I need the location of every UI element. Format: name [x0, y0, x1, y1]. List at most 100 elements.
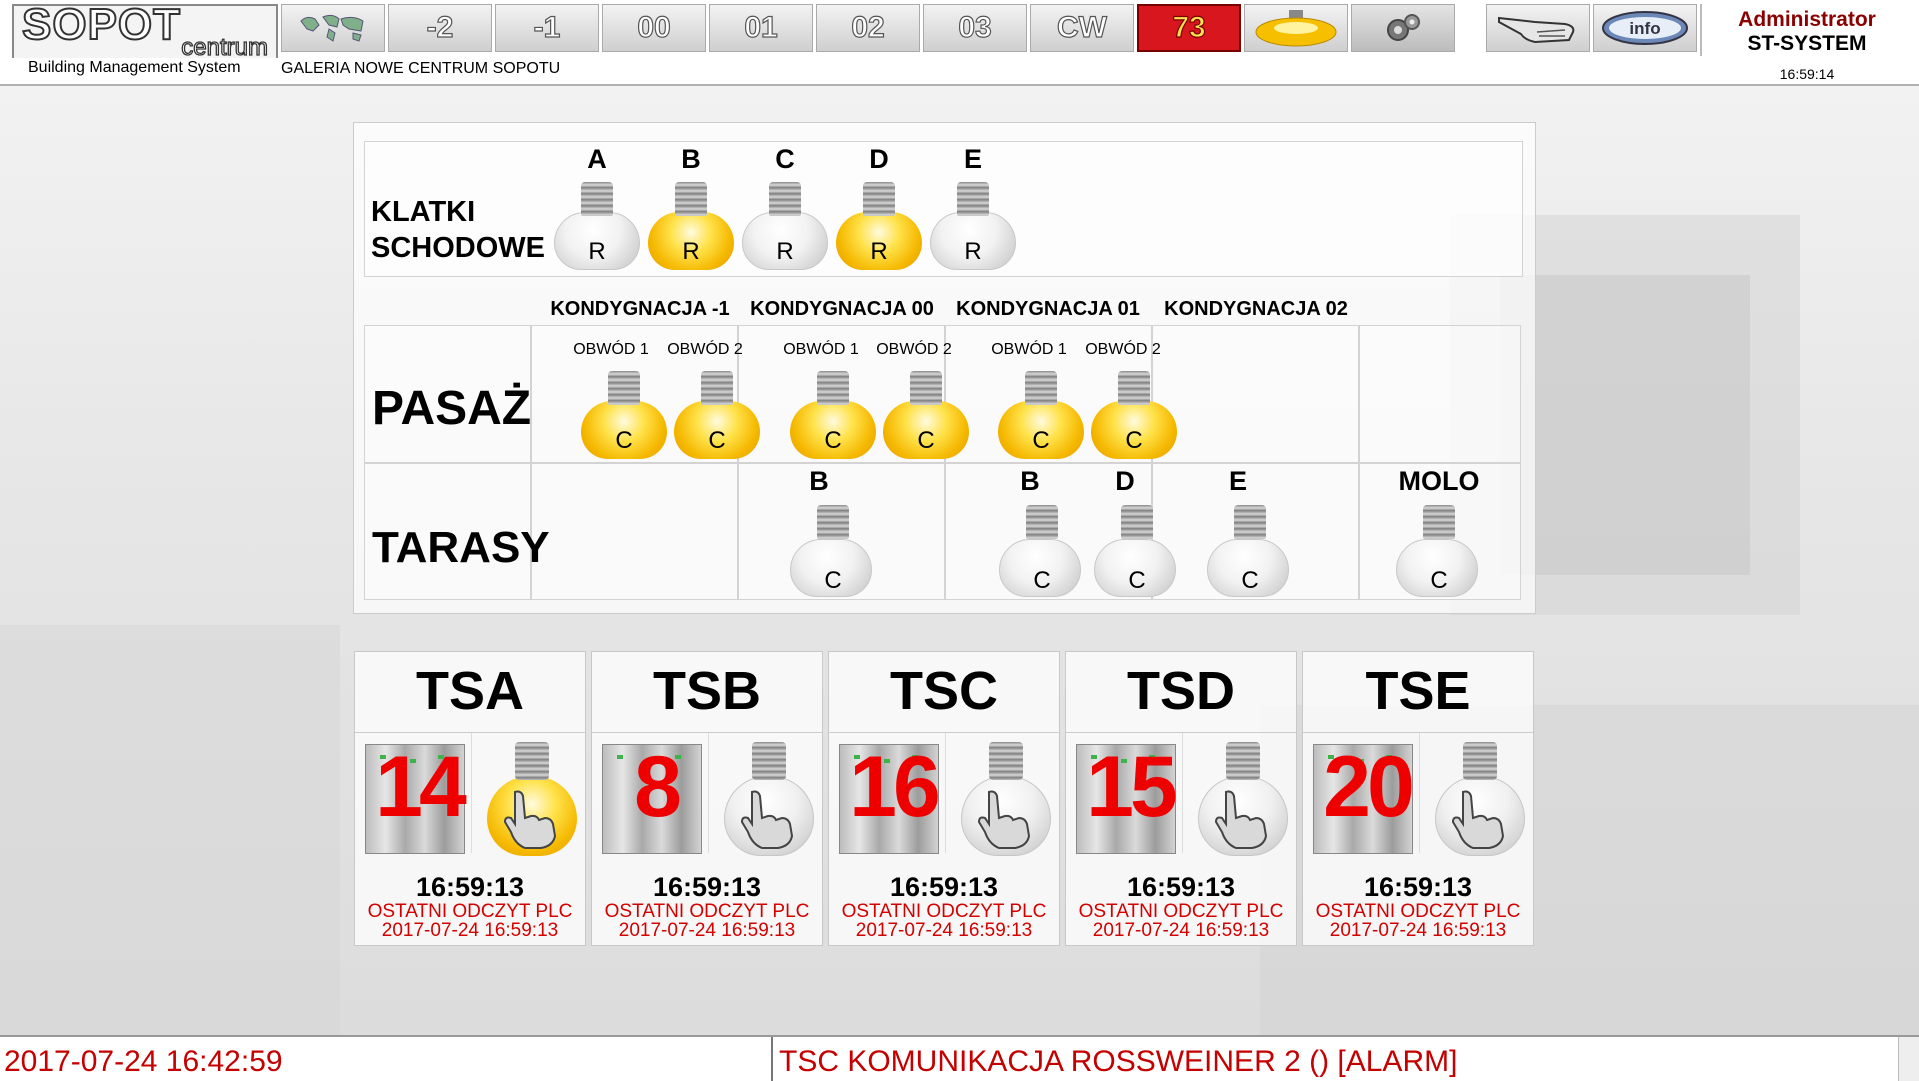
divider [1303, 732, 1533, 733]
header-bar: SOPOT centrum Building Management System… [0, 0, 1919, 86]
info-button[interactable]: info [1593, 4, 1697, 52]
system-name: ST-SYSTEM [1747, 32, 1867, 55]
controller-name: TSC [890, 661, 998, 721]
controller-tsd[interactable]: TSD 15 16:59:13 OSTATNI ODCZYT PLC 2017-… [1065, 651, 1297, 946]
pasaz-bulb-m1-2[interactable]: C [670, 371, 764, 459]
floor-label: -1 [533, 10, 561, 44]
controller-time: 16:59:13 [1363, 872, 1473, 902]
cw-button[interactable]: CW [1030, 4, 1134, 52]
controller-time: 16:59:13 [652, 872, 762, 902]
manual-control-button[interactable] [1486, 4, 1590, 52]
pasaz-bulb-00-2[interactable]: C [879, 371, 973, 459]
terrace-bulb-01-b[interactable]: C [995, 505, 1085, 597]
floor-label: 03 [958, 10, 993, 44]
bulb-mode: C [1125, 427, 1143, 454]
clock: 16:59:14 [1779, 66, 1835, 82]
manual-light-toggle[interactable] [479, 742, 583, 857]
hand-pointer-icon [1451, 790, 1505, 849]
staircase-bulb-b[interactable]: R [644, 182, 738, 270]
controller-tsc[interactable]: TSC 16 16:59:13 OSTATNI ODCZYT PLC 2017-… [828, 651, 1060, 946]
hand-pointer-icon [740, 790, 794, 849]
cw-label: CW [1056, 10, 1107, 44]
pasaz-cell-02 [1152, 325, 1359, 463]
controller-count: 14 [375, 739, 467, 835]
manual-light-toggle[interactable] [1427, 742, 1531, 857]
controller-tsa[interactable]: TSA 14 16:59:13 OSTATNI ODCZYT PLC 2017-… [354, 651, 586, 946]
controller-tse[interactable]: TSE 20 16:59:13 OSTATNI ODCZYT PLC 2017-… [1302, 651, 1534, 946]
manual-light-toggle[interactable] [1190, 742, 1294, 857]
hand-pointer-icon [503, 790, 557, 849]
system-subtitle: Building Management System [28, 59, 241, 76]
floor-label: -2 [426, 10, 454, 44]
map-button[interactable] [281, 4, 385, 52]
floor-button--1[interactable]: -1 [495, 4, 599, 52]
last-read-date: 2017-07-24 16:59:13 [855, 920, 1033, 941]
lighting-panel: KLATKI SCHODOWE A B C D E R R R R R KOND… [353, 122, 1536, 614]
terrace-bulb-molo[interactable]: C [1392, 505, 1482, 597]
terrace-bulb-02-e[interactable]: C [1203, 505, 1293, 597]
divider [1182, 733, 1183, 853]
controller-name: TSA [416, 661, 524, 721]
gears-icon [1387, 14, 1420, 41]
terrace-bulb-00-b[interactable]: C [786, 505, 876, 597]
alarm-button[interactable]: 73 [1137, 4, 1241, 52]
floor-button--2[interactable]: -2 [388, 4, 492, 52]
terrace-bulb-01-d[interactable]: C [1090, 505, 1180, 597]
svg-text:info: info [1629, 19, 1660, 38]
nav-toolbar: -2 -1 00 01 02 03 CW 73 info [281, 4, 1700, 54]
staircase-bulb-e[interactable]: R [926, 182, 1020, 270]
controller-time: 16:59:13 [1126, 872, 1236, 902]
manual-light-toggle[interactable] [953, 742, 1057, 857]
pasaz-label: PASAŻ [372, 382, 532, 435]
lamp-icon [1255, 10, 1337, 47]
floor-button-00[interactable]: 00 [602, 4, 706, 52]
alarm-message[interactable]: TSC KOMUNIKACJA ROSSWEINER 2 () [ALARM] [779, 1045, 1457, 1079]
bulb-mode: C [1430, 567, 1448, 594]
bulb-mode: C [1033, 567, 1051, 594]
level-header-01: KONDYGNACJA 01 [956, 298, 1140, 320]
bulb-mode: R [870, 238, 888, 265]
terrace-name-b: B [809, 466, 829, 496]
pasaz-bulb-01-1[interactable]: C [994, 371, 1088, 459]
bulb-mode: C [917, 427, 935, 454]
divider [471, 733, 472, 853]
settings-button[interactable] [1351, 4, 1455, 52]
pointing-hand-icon [1498, 16, 1575, 44]
staircase-name-d: D [869, 144, 889, 174]
sopot-logo[interactable]: SOPOT centrum [12, 0, 278, 62]
user-name: Administrator [1738, 8, 1876, 31]
staircase-label-line2: SCHODOWE [371, 232, 545, 264]
last-read-date: 2017-07-24 16:59:13 [381, 920, 559, 941]
footer-scrollbar[interactable] [1898, 1037, 1919, 1081]
floor-button-02[interactable]: 02 [816, 4, 920, 52]
bulb-mode: C [1128, 567, 1146, 594]
divider [708, 733, 709, 853]
staircase-bulb-a[interactable]: R [550, 182, 644, 270]
controller-count: 20 [1323, 739, 1415, 835]
hand-pointer-icon [1214, 790, 1268, 849]
staircase-name-c: C [775, 144, 795, 174]
terrace-name-b: B [1020, 466, 1040, 496]
staircase-bulb-c[interactable]: R [738, 182, 832, 270]
controller-name: TSE [1365, 661, 1471, 721]
staircase-bulb-d[interactable]: R [832, 182, 926, 270]
divider [355, 732, 585, 733]
staircase-label-line1: KLATKI [371, 196, 476, 228]
circuit-label: OBWÓD 2 [667, 341, 743, 358]
bulb-mode: C [708, 427, 726, 454]
controller-tsb[interactable]: TSB 8 16:59:13 OSTATNI ODCZYT PLC 2017-0… [591, 651, 823, 946]
alarm-status-bar: 2017-07-24 16:42:59 TSC KOMUNIKACJA ROSS… [0, 1035, 1919, 1081]
controller-time: 16:59:13 [889, 872, 999, 902]
pasaz-bulb-m1-1[interactable]: C [577, 371, 671, 459]
circuit-label: OBWÓD 1 [783, 341, 859, 358]
bulb-mode: C [1241, 567, 1259, 594]
floor-button-01[interactable]: 01 [709, 4, 813, 52]
staircase-name-a: A [587, 144, 607, 174]
manual-light-toggle[interactable] [716, 742, 820, 857]
pasaz-bulb-01-2[interactable]: C [1087, 371, 1181, 459]
lighting-button[interactable] [1244, 4, 1348, 52]
floor-label: 01 [744, 10, 779, 44]
floor-button-03[interactable]: 03 [923, 4, 1027, 52]
staircase-name-b: B [681, 144, 701, 174]
pasaz-bulb-00-1[interactable]: C [786, 371, 880, 459]
